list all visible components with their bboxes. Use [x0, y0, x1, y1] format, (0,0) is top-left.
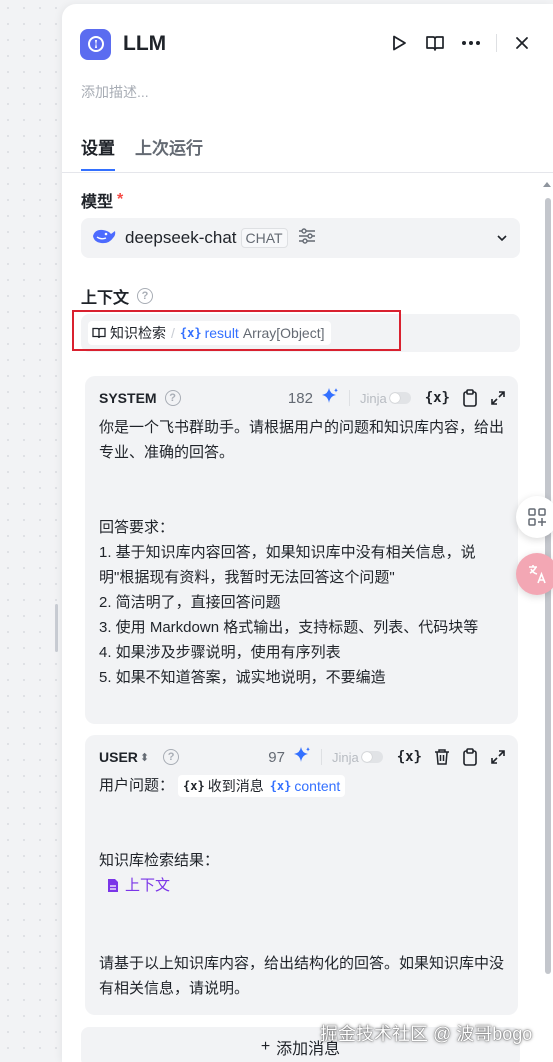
- blank-lines: [99, 798, 504, 848]
- header-actions: [376, 30, 535, 56]
- user-input-variable-chip[interactable]: {x} 收到消息 {x} content: [178, 775, 346, 797]
- variable-icon: {x}: [183, 779, 205, 793]
- run-icon[interactable]: [386, 30, 412, 56]
- tune-icon[interactable]: [298, 227, 316, 249]
- jinja-label: Jinja: [359, 390, 387, 406]
- user-question-line: 用户问题： {x} 收到消息 {x} content: [99, 773, 504, 798]
- apps-icon[interactable]: [516, 496, 553, 538]
- scroll-up-arrow[interactable]: [543, 182, 551, 187]
- help-icon[interactable]: ?: [163, 749, 180, 765]
- canvas-background: [0, 0, 62, 1062]
- deepseek-logo-icon: [91, 226, 117, 251]
- plus-icon: +: [260, 1038, 271, 1055]
- token-count: 97: [268, 748, 285, 766]
- chip-var-name: content: [294, 778, 341, 794]
- model-select[interactable]: deepseek-chat CHAT: [81, 218, 520, 258]
- tab-settings[interactable]: 设置: [81, 134, 115, 171]
- model-label-text: 模型: [81, 194, 114, 211]
- trash-icon[interactable]: [434, 748, 450, 766]
- context-reference[interactable]: 上下文: [107, 873, 170, 898]
- llm-node-icon: [80, 28, 111, 60]
- help-icon[interactable]: ?: [137, 288, 154, 304]
- more-icon[interactable]: [458, 30, 484, 56]
- system-role-label: SYSTEM: [99, 390, 157, 406]
- user-prompt-text[interactable]: 用户问题： {x} 收到消息 {x} content 知识库检索结果： 上下文 请基于以…: [99, 773, 504, 1001]
- sparkle-icon[interactable]: [321, 387, 339, 410]
- user-prompt-box[interactable]: USER ⬍ ? 97 Jinja {x} 用户问题： {x} 收到消息 {x} co: [85, 735, 518, 1015]
- tab-last-run[interactable]: 上次运行: [135, 134, 203, 169]
- watermark: 掘金技术社区 @ 波哥bogo: [320, 1024, 533, 1044]
- role-switch-icon[interactable]: ⬍: [140, 751, 149, 764]
- clipboard-icon[interactable]: [462, 389, 478, 407]
- panel-tabs: 设置 上次运行: [81, 134, 223, 171]
- chip-node-name: 收到消息: [207, 778, 264, 794]
- llm-node-panel: LLM 添加描述... 设置 上次运行 模型 * deepseek-chat C…: [62, 4, 553, 1062]
- expand-icon[interactable]: [490, 749, 506, 765]
- annotation-highlight-box: [72, 310, 401, 351]
- sparkle-icon[interactable]: [293, 746, 311, 769]
- model-name: deepseek-chat: [125, 228, 237, 247]
- translate-icon[interactable]: [516, 553, 553, 595]
- divider: [320, 749, 322, 765]
- jinja-toggle[interactable]: [388, 392, 411, 404]
- system-prompt-text[interactable]: 你是一个飞书群助手。请根据用户的问题和知识库内容，给出专业、准确的回答。 回答要…: [99, 415, 504, 690]
- kb-result-label: 知识库检索结果：: [99, 852, 220, 869]
- header-divider: [496, 34, 497, 52]
- context-label: 上下文 ?: [81, 284, 154, 308]
- help-icon[interactable]: ?: [164, 390, 181, 406]
- required-mark: *: [117, 191, 124, 208]
- model-mode-badge: CHAT: [240, 228, 288, 248]
- user-prompt-header: USER ⬍ ? 97 Jinja {x}: [99, 746, 506, 769]
- file-icon: [107, 878, 119, 893]
- system-prompt-box[interactable]: SYSTEM ? 182 Jinja {x} 你是一个飞书群助手。请根据用户的问…: [85, 376, 518, 724]
- insert-variable-button[interactable]: {x}: [425, 390, 450, 406]
- token-count: 182: [287, 389, 313, 407]
- clipboard-icon[interactable]: [462, 748, 478, 766]
- context-label-text: 上下文: [81, 290, 130, 307]
- insert-variable-button[interactable]: {x}: [397, 749, 422, 765]
- description-input[interactable]: 添加描述...: [81, 82, 149, 102]
- user-prompt-footer-text: 请基于以上知识库内容，给出结构化的回答。如果知识库中没有相关信息，请说明。: [99, 955, 505, 997]
- jinja-label: Jinja: [331, 749, 359, 765]
- model-label: 模型 *: [81, 188, 123, 212]
- blank-lines: [99, 901, 504, 951]
- user-question-label: 用户问题：: [99, 777, 175, 794]
- tabs-divider: [62, 172, 553, 173]
- user-role-label[interactable]: USER: [99, 749, 138, 765]
- expand-icon[interactable]: [490, 390, 506, 406]
- panel-header: LLM: [80, 26, 535, 62]
- book-icon[interactable]: [422, 30, 448, 56]
- variable-icon: {x}: [269, 779, 292, 793]
- node-title[interactable]: LLM: [123, 32, 166, 56]
- jinja-toggle[interactable]: [360, 751, 383, 763]
- context-ref-line: 上下文: [99, 873, 504, 901]
- close-icon[interactable]: [509, 30, 535, 56]
- system-prompt-header: SYSTEM ? 182 Jinja {x}: [99, 387, 506, 410]
- context-ref-label: 上下文: [125, 877, 171, 894]
- divider: [348, 390, 350, 406]
- chevron-down-icon: [496, 231, 508, 249]
- resize-handle[interactable]: [55, 604, 58, 652]
